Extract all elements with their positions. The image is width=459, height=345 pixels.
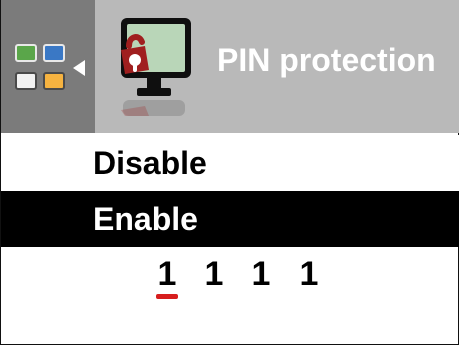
pin-digit-2[interactable]: 1 bbox=[202, 252, 226, 296]
input-icon-br bbox=[43, 72, 65, 90]
pin-digit-3[interactable]: 1 bbox=[249, 252, 273, 296]
pin-entry[interactable]: 1 1 1 1 bbox=[1, 252, 459, 312]
header: PIN protection bbox=[1, 0, 459, 133]
menu-item-label: Enable bbox=[93, 201, 198, 237]
monitor-lock-icon bbox=[111, 12, 197, 116]
page-title: PIN protection bbox=[217, 42, 436, 78]
input-sources-icon bbox=[15, 44, 71, 100]
source-panel bbox=[1, 0, 95, 133]
pin-protection-screen: PIN protection Disable Enable 1 1 1 1 bbox=[0, 0, 459, 345]
pin-digit-1[interactable]: 1 bbox=[155, 252, 179, 296]
back-arrow-icon[interactable] bbox=[73, 60, 85, 76]
pin-cursor bbox=[156, 294, 178, 299]
menu-item-enable[interactable]: Enable bbox=[1, 191, 459, 247]
pin-digit-4[interactable]: 1 bbox=[297, 252, 321, 296]
menu-item-label: Disable bbox=[93, 145, 207, 181]
input-icon-bl bbox=[15, 72, 37, 90]
input-icon-tl bbox=[15, 44, 37, 62]
menu-item-disable[interactable]: Disable bbox=[1, 135, 459, 191]
input-icon-tr bbox=[43, 44, 65, 62]
